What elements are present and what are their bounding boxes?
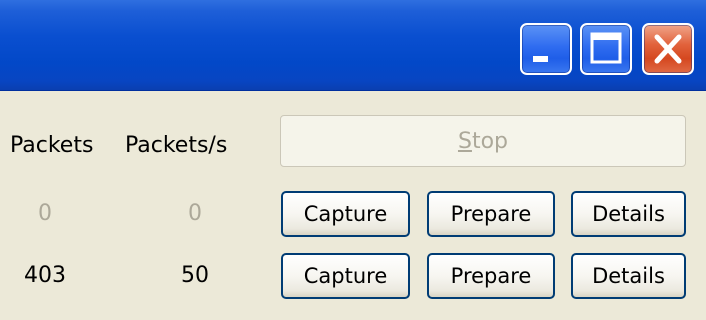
row1-packets-per-sec: 0 bbox=[188, 201, 202, 226]
row2-packets-per-sec: 50 bbox=[181, 263, 209, 288]
stop-label-rest: top bbox=[471, 128, 509, 154]
title-bar bbox=[0, 0, 706, 91]
stop-mnemonic: S bbox=[457, 128, 472, 154]
row1-prepare-button[interactable]: Prepare bbox=[427, 191, 555, 237]
stop-button[interactable]: Stop bbox=[280, 115, 686, 167]
row2-prepare-button[interactable]: Prepare bbox=[427, 253, 555, 299]
row1-details-button[interactable]: Details bbox=[571, 191, 686, 237]
packets-per-sec-header: Packets/s bbox=[125, 133, 228, 158]
row2-packets: 403 bbox=[24, 263, 66, 288]
row1-capture-button[interactable]: Capture bbox=[281, 191, 410, 237]
row1-packets: 0 bbox=[38, 201, 52, 226]
maximize-button[interactable] bbox=[580, 23, 632, 75]
packets-header: Packets bbox=[10, 133, 94, 158]
minimize-button[interactable] bbox=[520, 23, 572, 75]
close-button[interactable] bbox=[642, 23, 694, 75]
row2-capture-button[interactable]: Capture bbox=[281, 253, 410, 299]
close-icon bbox=[654, 34, 682, 64]
minimize-icon bbox=[533, 56, 548, 62]
maximize-icon bbox=[590, 32, 622, 64]
row2-details-button[interactable]: Details bbox=[571, 253, 686, 299]
